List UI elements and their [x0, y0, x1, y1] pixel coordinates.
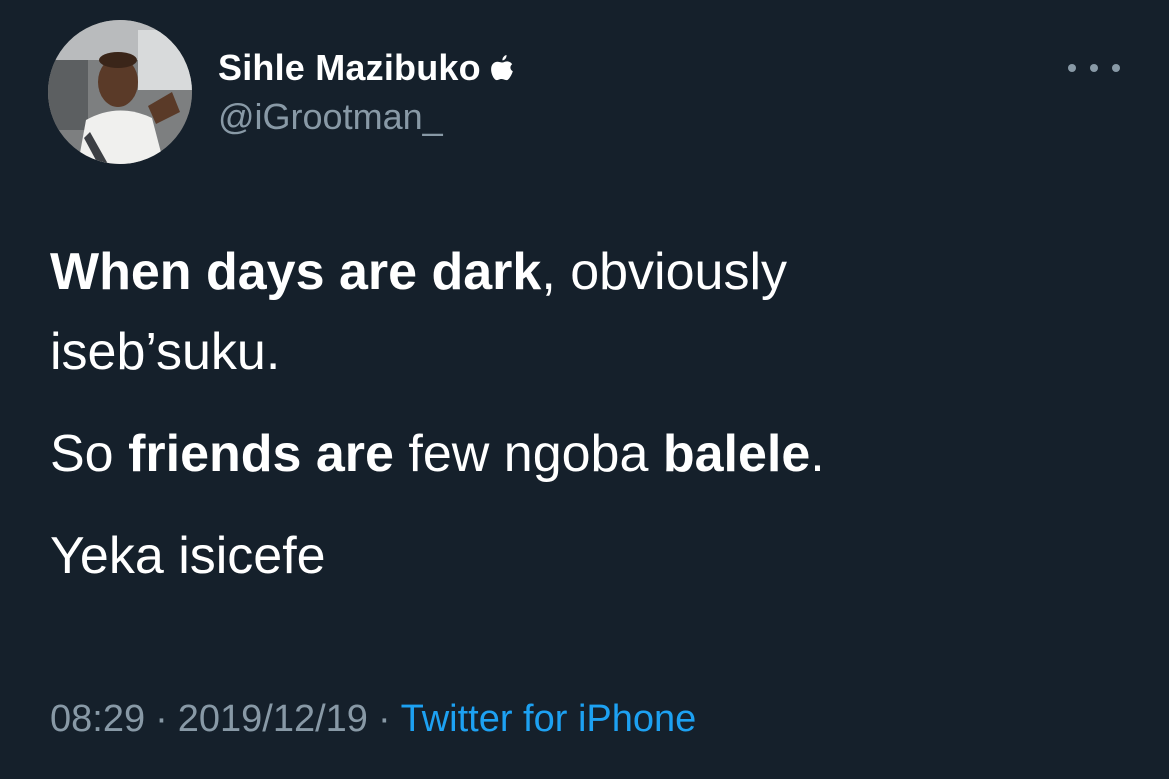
tweet-time[interactable]: 08:29 — [50, 698, 145, 740]
avatar[interactable] — [48, 20, 192, 164]
tweet-source-link[interactable]: Twitter for iPhone — [401, 698, 697, 740]
tweet-date[interactable]: 2019/12/19 — [178, 698, 368, 740]
author-display-name[interactable]: Sihle Mazibuko — [218, 47, 481, 89]
meta-separator: · — [155, 698, 168, 740]
tweet-bold-text: balele — [662, 425, 811, 483]
author-name-row[interactable]: Sihle Mazibuko — [218, 47, 515, 89]
tweet-text-segment: iseb’suku. — [50, 323, 281, 381]
tweet-text-segment: So — [50, 425, 129, 483]
tweet-card: Sihle Mazibuko @iGrootman_ When days are… — [0, 0, 1169, 779]
tweet-text-segment: , obviously — [541, 243, 787, 301]
tweet-text-segment: . — [810, 425, 825, 483]
meta-separator: · — [377, 698, 391, 740]
tweet-bold-text: friends are — [128, 425, 394, 483]
apple-icon — [489, 53, 515, 83]
tweet-text: When days are dark, obviously iseb’suku. … — [50, 232, 1130, 596]
author-handle[interactable]: @iGrootman_ — [218, 96, 443, 138]
tweet-meta: 08:29 · 2019/12/19 · Twitter for iPhone — [50, 698, 696, 741]
tweet-bold-text: When days are dark — [50, 243, 542, 301]
tweet-text-segment: few ngoba — [393, 425, 663, 483]
more-options-icon[interactable] — [1068, 56, 1120, 80]
tweet-text-segment: Yeka isicefe — [50, 527, 326, 585]
tweet-paragraph-2: So friends are few ngoba balele. — [50, 414, 1130, 494]
tweet-paragraph-3: Yeka isicefe — [50, 516, 1130, 596]
avatar-photo — [48, 20, 192, 164]
tweet-paragraph-1: When days are dark, obviously iseb’suku. — [50, 232, 1130, 392]
